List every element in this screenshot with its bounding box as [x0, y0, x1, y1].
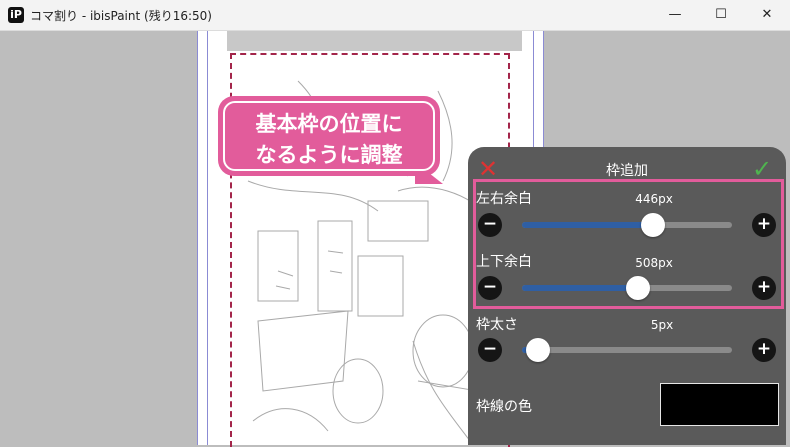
window-title: コマ割り - ibisPaint (残り16:50)	[30, 9, 212, 23]
existing-panel-top	[227, 31, 522, 51]
maximize-button[interactable]: ☐	[698, 0, 744, 30]
frame-thickness-slider-thumb[interactable]	[526, 338, 550, 362]
minimize-button[interactable]: —	[652, 0, 698, 30]
margin-sliders-highlight	[473, 179, 784, 309]
frame-thickness-plus-button[interactable]: +	[752, 338, 776, 362]
frame-thickness-label: 枠太さ	[476, 317, 518, 333]
frame-thickness-minus-button[interactable]: −	[478, 338, 502, 362]
instruction-callout: 基本枠の位置に なるように調整	[218, 96, 440, 176]
frame-thickness-value: 5px	[650, 318, 674, 332]
title-bar: iP コマ割り - ibisPaint (残り16:50) — ☐ ✕	[0, 0, 790, 31]
callout-line-1: 基本枠の位置に	[255, 112, 403, 136]
frame-color-swatch[interactable]	[660, 383, 779, 426]
ibispaint-app-icon: iP	[8, 7, 24, 23]
frame-thickness-slider[interactable]	[522, 338, 732, 362]
close-window-button[interactable]: ✕	[744, 0, 790, 30]
frame-color-label: 枠線の色	[476, 399, 532, 415]
callout-line-2: なるように調整	[255, 143, 403, 167]
panel-title: 枠追加	[606, 163, 648, 179]
